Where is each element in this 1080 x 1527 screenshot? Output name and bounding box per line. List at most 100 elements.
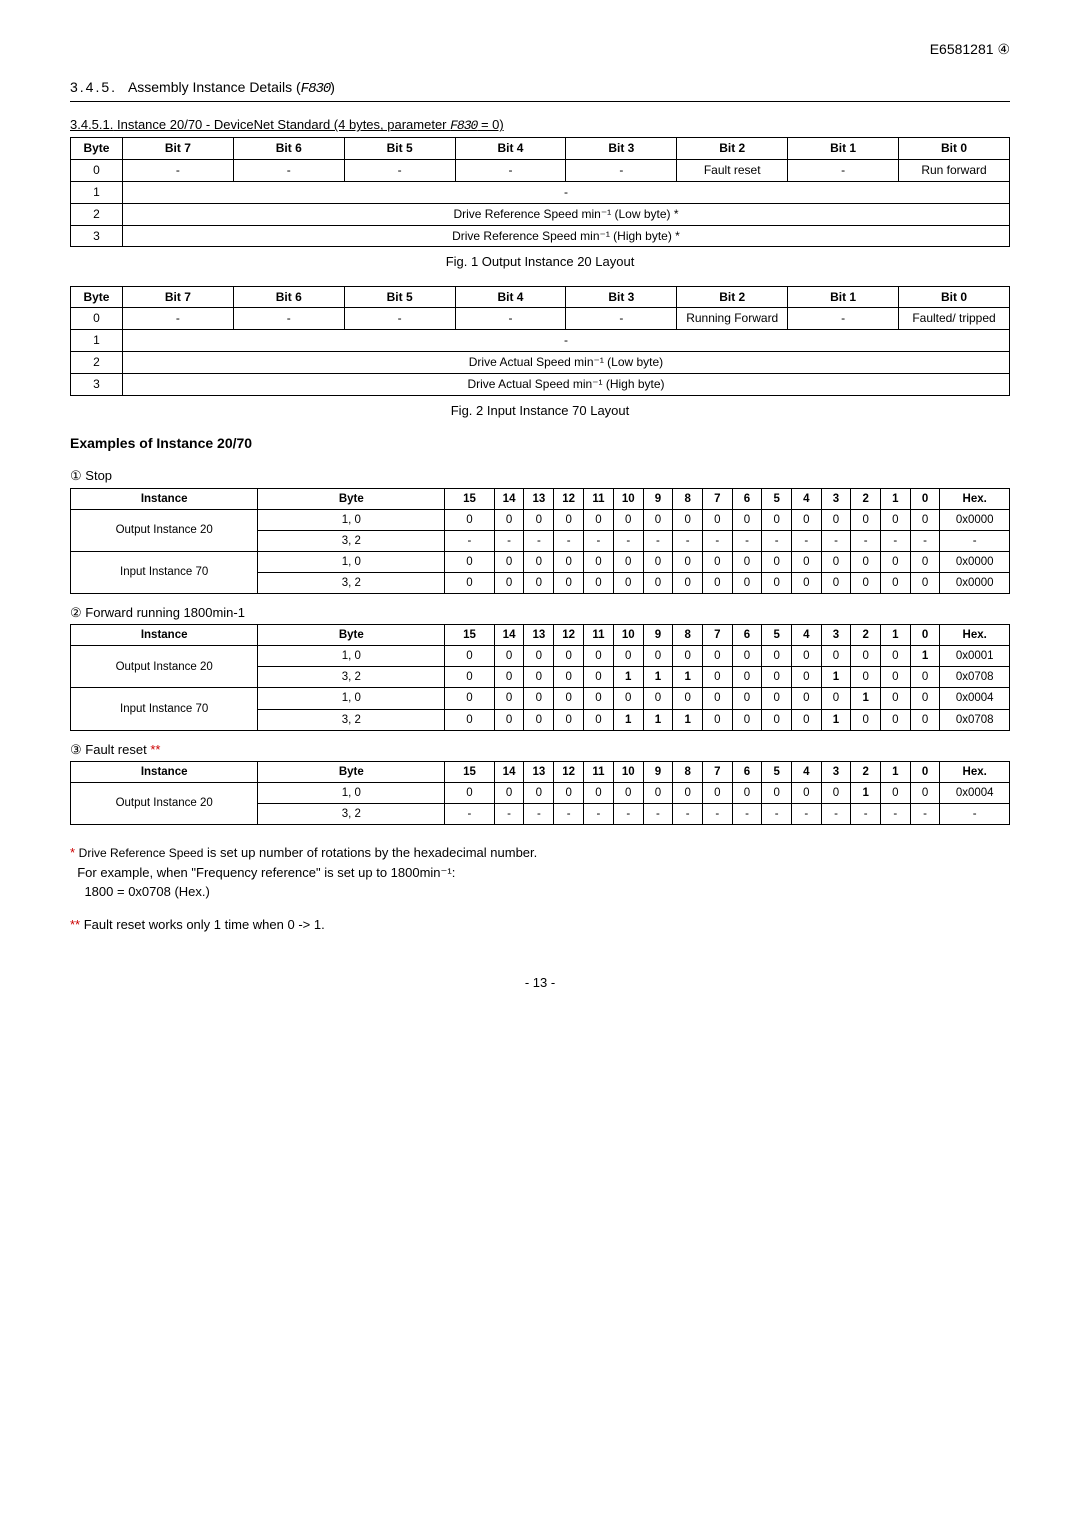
bit-cell: 0 bbox=[673, 688, 703, 709]
bit-cell: - bbox=[233, 308, 344, 330]
col-header: 1 bbox=[881, 488, 911, 509]
bit-cell: - bbox=[613, 804, 643, 825]
section-title: 3.4.5. Assembly Instance Details (F830) bbox=[70, 78, 1010, 103]
bit-cell: 0 bbox=[732, 646, 762, 667]
ex1-table: InstanceByte1514131211109876543210Hex. O… bbox=[70, 488, 1010, 594]
bit-cell: - bbox=[702, 530, 732, 551]
bit-cell: 0 bbox=[494, 667, 524, 688]
bit-cell: 0 bbox=[881, 709, 911, 730]
col-header: 5 bbox=[762, 761, 792, 782]
byte-cell: 3 bbox=[71, 373, 123, 395]
col-header: 6 bbox=[732, 625, 762, 646]
col-header: Instance bbox=[71, 625, 258, 646]
bit-cell: - bbox=[344, 308, 455, 330]
bit-cell: 0 bbox=[643, 509, 673, 530]
doc-id: E6581281 bbox=[930, 41, 998, 57]
bit-cell: 0 bbox=[673, 509, 703, 530]
col-header: 12 bbox=[554, 761, 584, 782]
bit-cell: 0 bbox=[613, 688, 643, 709]
bit-cell: 1 bbox=[643, 667, 673, 688]
col-header: 7 bbox=[702, 488, 732, 509]
note1-b: is set up number of rotations by the hex… bbox=[203, 845, 537, 860]
bit-cell: 0 bbox=[762, 688, 792, 709]
col-header: 2 bbox=[851, 488, 881, 509]
col-header: Bit 7 bbox=[122, 138, 233, 160]
col-header: 15 bbox=[445, 488, 494, 509]
merged-cell: Drive Reference Speed min⁻¹ (Low byte) * bbox=[122, 203, 1009, 225]
merged-cell: Drive Actual Speed min⁻¹ (High byte) bbox=[122, 373, 1009, 395]
bit-cell: 0 bbox=[821, 509, 851, 530]
bit-cell: 1 bbox=[851, 782, 881, 803]
section-text-a: Assembly Instance Details ( bbox=[128, 79, 301, 95]
bit-cell: 0 bbox=[881, 667, 911, 688]
bit-cell: - bbox=[788, 160, 899, 182]
col-header: Instance bbox=[71, 488, 258, 509]
bit-cell: 0 bbox=[821, 646, 851, 667]
bit-cell: 0 bbox=[494, 551, 524, 572]
bit-cell: 0 bbox=[702, 551, 732, 572]
col-header: Hex. bbox=[940, 625, 1010, 646]
bit-cell: 0 bbox=[494, 572, 524, 593]
bit-cell: 0 bbox=[792, 688, 822, 709]
bit-cell: 0 bbox=[910, 551, 940, 572]
byte-cell: 1, 0 bbox=[258, 646, 445, 667]
col-header: 13 bbox=[524, 761, 554, 782]
bit-cell: 0 bbox=[673, 551, 703, 572]
bit-cell: - bbox=[673, 804, 703, 825]
bit-cell: 0 bbox=[821, 572, 851, 593]
bit-cell: 0 bbox=[524, 782, 554, 803]
col-header: Bit 1 bbox=[788, 138, 899, 160]
bit-cell: 0 bbox=[445, 551, 494, 572]
bit-cell: 0 bbox=[524, 509, 554, 530]
col-header: 3 bbox=[821, 625, 851, 646]
byte-cell: 3, 2 bbox=[258, 667, 445, 688]
bit-cell: 0 bbox=[821, 551, 851, 572]
bit-cell: - bbox=[554, 804, 584, 825]
col-header: 11 bbox=[584, 625, 614, 646]
circled-2: ② bbox=[70, 605, 82, 620]
note1-l3: 1800 = 0x0708 (Hex.) bbox=[84, 884, 209, 899]
byte-cell: 3, 2 bbox=[258, 530, 445, 551]
col-header: Bit 6 bbox=[233, 138, 344, 160]
col-header: 0 bbox=[910, 761, 940, 782]
col-header: Bit 0 bbox=[899, 138, 1010, 160]
col-header: 3 bbox=[821, 761, 851, 782]
bit-cell: 1 bbox=[673, 667, 703, 688]
bit-cell: 0 bbox=[524, 646, 554, 667]
bit-cell: - bbox=[584, 530, 614, 551]
bit-cell: 0 bbox=[732, 667, 762, 688]
bit-cell: 0 bbox=[643, 551, 673, 572]
ex3-red: ** bbox=[150, 742, 160, 757]
bit-cell: 0 bbox=[584, 782, 614, 803]
bit-cell: - bbox=[673, 530, 703, 551]
bit-cell: 0 bbox=[524, 667, 554, 688]
bit-cell: 0 bbox=[445, 509, 494, 530]
ex3-table: InstanceByte1514131211109876543210Hex. O… bbox=[70, 761, 1010, 825]
col-header: Bit 5 bbox=[344, 138, 455, 160]
bit-cell: 1 bbox=[613, 667, 643, 688]
bit-cell: 0 bbox=[792, 509, 822, 530]
bit-cell: 0 bbox=[613, 782, 643, 803]
col-header: Instance bbox=[71, 761, 258, 782]
col-header: 3 bbox=[821, 488, 851, 509]
sub-eq: = 0) bbox=[477, 117, 503, 132]
bit-cell: - bbox=[643, 804, 673, 825]
circled-1: ① bbox=[70, 468, 82, 483]
bit-cell: 0 bbox=[445, 688, 494, 709]
bit-cell: - bbox=[792, 804, 822, 825]
col-header: 1 bbox=[881, 761, 911, 782]
bit-cell: 0 bbox=[762, 551, 792, 572]
bit-cell: - bbox=[455, 160, 566, 182]
bit-cell: 0 bbox=[613, 572, 643, 593]
bit-cell: 0 bbox=[881, 646, 911, 667]
bit-cell: 0 bbox=[762, 572, 792, 593]
hex-cell: - bbox=[940, 804, 1010, 825]
bit-cell: 0 bbox=[643, 688, 673, 709]
bit-cell: - bbox=[643, 530, 673, 551]
col-header: Bit 3 bbox=[566, 138, 677, 160]
bit-cell: 0 bbox=[881, 688, 911, 709]
bit-cell: - bbox=[445, 530, 494, 551]
instance-cell: Output Instance 20 bbox=[71, 646, 258, 688]
bit-cell: 0 bbox=[851, 551, 881, 572]
byte-cell: 2 bbox=[71, 203, 123, 225]
